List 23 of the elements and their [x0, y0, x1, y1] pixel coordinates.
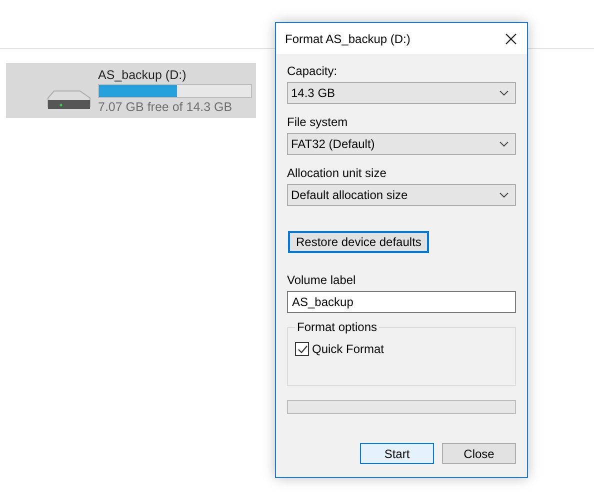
field-label: File system [287, 115, 349, 129]
checkbox-label: Quick Format [312, 342, 384, 356]
chevron-down-icon [499, 192, 509, 198]
restore-defaults-button[interactable]: Restore device defaults [288, 231, 430, 253]
field-label: Volume label [287, 273, 357, 287]
volume-label-field[interactable]: AS_backup [287, 291, 516, 313]
group-title: Format options [295, 320, 380, 334]
dropdown[interactable]: FAT32 (Default) [287, 133, 516, 155]
checkbox[interactable] [295, 342, 309, 356]
chevron-down-icon [499, 90, 509, 96]
drive-tile[interactable]: AS_backup (D:) 7.07 GB free of 14.3 GB [6, 63, 256, 118]
field-label: Allocation unit size [287, 166, 388, 180]
drive-icon [46, 88, 92, 110]
field-label: Capacity: [287, 64, 338, 78]
close-icon[interactable] [505, 32, 517, 44]
drive-name: AS_backup (D:) [98, 68, 188, 82]
chevron-down-icon [499, 141, 509, 147]
window-title: Format AS_backup (D:) [285, 32, 410, 46]
free-space-text: 7.07 GB free of 14.3 GB [98, 100, 234, 114]
start-button[interactable]: Start [360, 443, 434, 464]
close-button[interactable]: Close [442, 443, 516, 464]
dropdown[interactable]: Default allocation size [287, 184, 516, 206]
dropdown[interactable]: 14.3 GB [287, 82, 516, 104]
